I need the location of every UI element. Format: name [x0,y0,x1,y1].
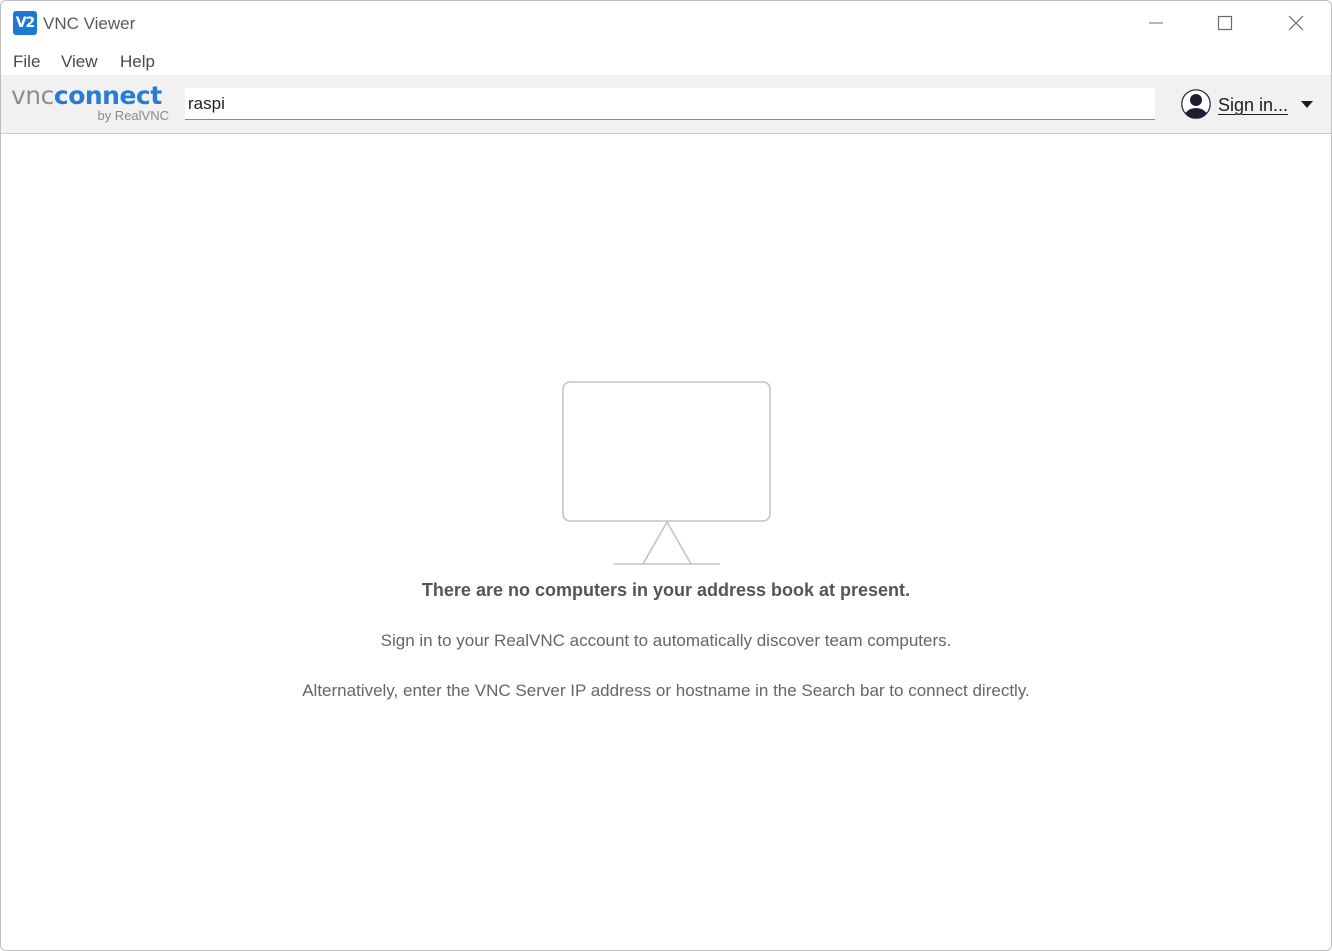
minimize-button[interactable] [1121,1,1191,45]
vnc-app-icon: V2 [13,11,37,35]
window-title: VNC Viewer [43,14,136,33]
chevron-down-icon[interactable] [1300,100,1314,109]
maximize-button[interactable] [1190,1,1260,45]
vnc-viewer-window: V2 VNC Viewer File View Help vncconnect [0,0,1332,951]
menu-help[interactable]: Help [120,52,155,72]
monitor-icon [562,381,771,565]
logo-connect-text: connect [53,81,162,110]
sign-in-label: Sign in... [1218,95,1289,115]
search-input[interactable] [185,88,1155,120]
logo-vnc-text: vnc [11,81,54,110]
sign-in-button[interactable]: Sign in... [1181,88,1321,120]
menu-view[interactable]: View [61,52,98,72]
minimize-icon [1149,22,1163,24]
toolbar: vncconnect by RealVNC Sign in... [1,75,1331,134]
menu-file[interactable]: File [13,52,40,72]
maximize-icon [1217,15,1233,31]
menu-bar: File View Help [1,47,1331,75]
empty-state-search-hint: Alternatively, enter the VNC Server IP a… [302,681,1030,700]
empty-state-signin-hint: Sign in to your RealVNC account to autom… [380,631,952,650]
close-button[interactable] [1261,1,1331,45]
vnc-connect-logo: vncconnect by RealVNC [11,80,171,128]
address-book-area: There are no computers in your address b… [1,134,1331,950]
close-icon [1288,15,1304,31]
user-avatar-icon [1181,89,1211,119]
logo-byline: by RealVNC [97,108,169,123]
logo-wordmark: vncconnect [11,81,162,110]
empty-state-title: There are no computers in your address b… [421,580,911,600]
title-bar[interactable]: V2 VNC Viewer [1,1,1331,45]
